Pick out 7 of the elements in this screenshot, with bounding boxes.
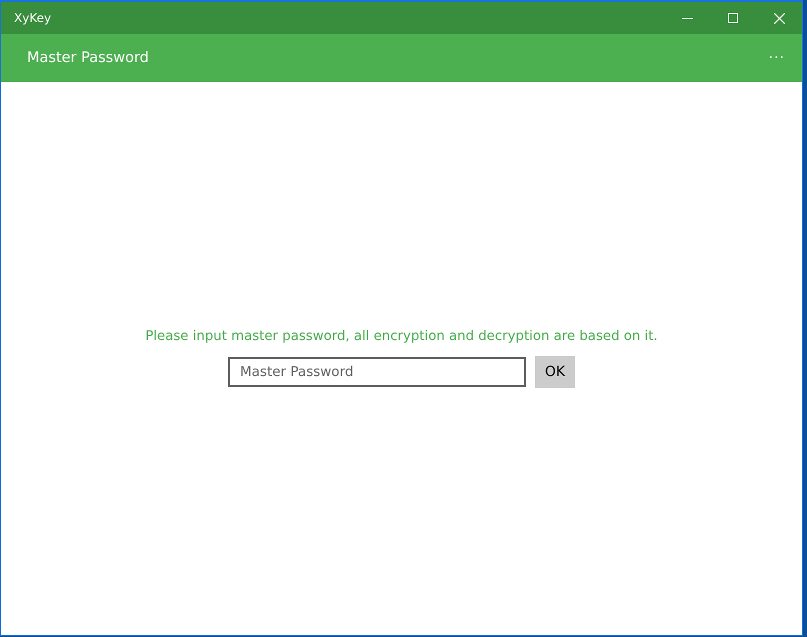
password-field[interactable]: Master Password [228,357,526,387]
page-title: Master Password [27,50,149,66]
ok-button[interactable]: OK [535,356,575,388]
window-title: XyKey [13,11,52,25]
prompt-text: Please input master password, all encryption and decryption are based on it. [145,329,658,344]
close-icon [774,12,784,24]
maximize-icon [728,13,738,23]
